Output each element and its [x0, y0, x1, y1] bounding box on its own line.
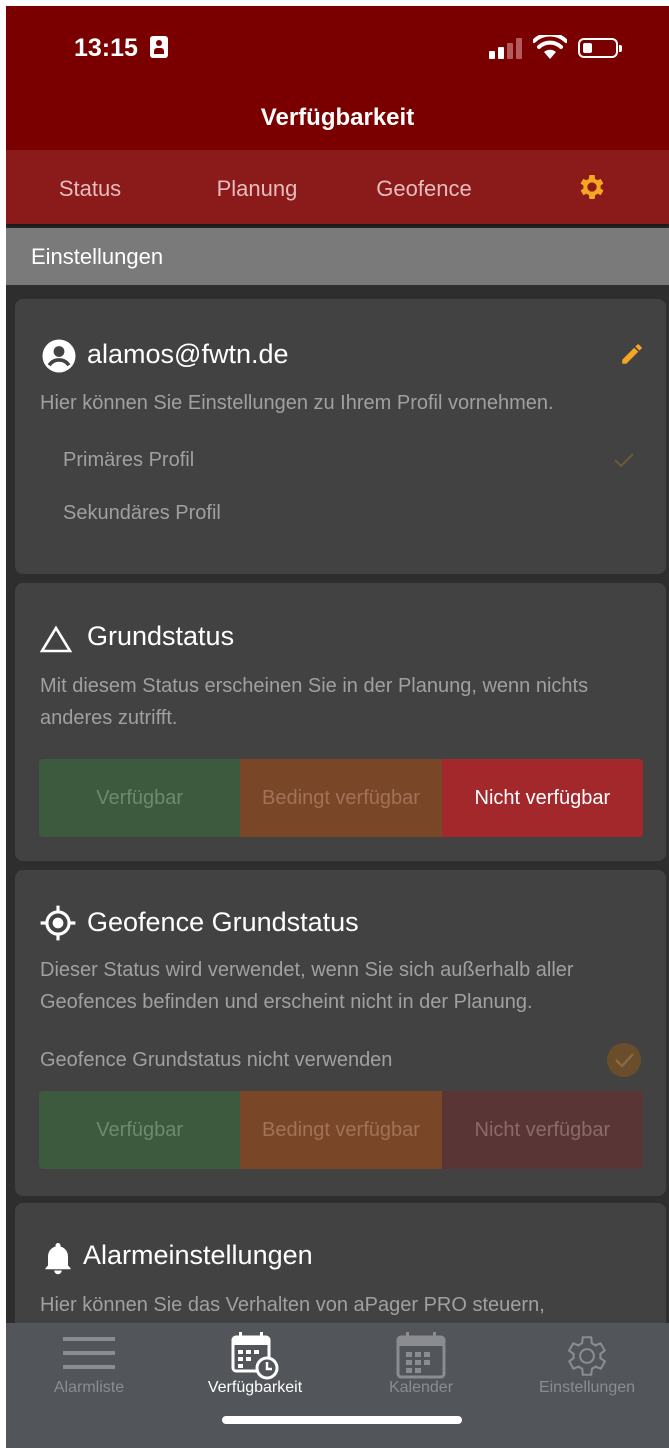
account-circle-icon — [42, 339, 76, 373]
tab-geofence[interactable]: Geofence — [344, 176, 504, 202]
tab-planung[interactable]: Planung — [177, 176, 337, 202]
base-status-selector: Verfügbar Bedingt verfügbar Nicht verfüg… — [39, 759, 643, 837]
base-status-card: Grundstatus Mit diesem Status erscheinen… — [15, 583, 666, 861]
cellular-signal-icon — [489, 37, 525, 59]
page-title: Verfügbarkeit — [260, 104, 415, 131]
app-screen: 13:15 Verfügbarkeit Status Planung Geofe… — [6, 6, 669, 1448]
status-time: 13:15 — [74, 34, 138, 62]
base-status-conditional-button[interactable]: Bedingt verfügbar — [240, 759, 442, 837]
bell-icon — [45, 1243, 71, 1275]
profile-description: Hier können Sie Einstellungen zu Ihrem P… — [40, 392, 554, 414]
nav-einstellungen[interactable]: Einstellungen — [504, 1323, 669, 1413]
bottom-navigation: Alarmliste Verfügbarkeit Kalender Einste… — [6, 1323, 669, 1448]
contact-card-icon — [150, 36, 168, 58]
home-indicator — [222, 1416, 462, 1424]
list-icon — [63, 1337, 115, 1369]
base-status-description: Mit diesem Status erscheinen Sie in der … — [40, 675, 589, 729]
geofence-card: Geofence Grundstatus Dieser Status wird … — [15, 870, 666, 1196]
geofence-title: Geofence Grundstatus — [87, 907, 359, 937]
tab-status[interactable]: Status — [10, 176, 170, 202]
base-status-unavailable-button[interactable]: Nicht verfügbar — [441, 759, 643, 837]
profile-email: alamos@fwtn.de — [87, 339, 289, 369]
geofence-available-button[interactable]: Verfügbar — [39, 1091, 241, 1169]
tab-settings-gear-icon[interactable] — [576, 171, 608, 203]
calendar-icon — [396, 1332, 446, 1379]
geofence-description: Dieser Status wird verwendet, wenn Sie s… — [40, 959, 574, 1013]
app-bar: Verfügbarkeit — [6, 86, 669, 150]
nav-kalender-label: Kalender — [388, 1379, 454, 1396]
base-status-title: Grundstatus — [87, 621, 235, 651]
geofence-unavailable-button[interactable]: Nicht verfügbar — [441, 1091, 643, 1169]
nav-verfuegbarkeit[interactable]: Verfügbarkeit — [172, 1323, 338, 1413]
gps-target-icon — [40, 905, 76, 941]
nav-alarmliste[interactable]: Alarmliste — [6, 1323, 172, 1413]
edit-pencil-icon[interactable] — [619, 341, 645, 367]
alarm-settings-title: Alarmeinstellungen — [83, 1240, 313, 1270]
nav-einstellungen-label: Einstellungen — [538, 1379, 636, 1396]
checkmark-icon — [614, 453, 634, 468]
settings-content: alamos@fwtn.de Hier können Sie Einstellu… — [6, 285, 669, 1323]
section-header: Einstellungen — [6, 228, 669, 285]
alarm-settings-description: Hier können Sie das Verhalten von aPager… — [40, 1294, 545, 1316]
calendar-clock-icon — [231, 1332, 279, 1380]
primary-profile-option[interactable]: Primäres Profil — [63, 449, 194, 472]
nav-kalender[interactable]: Kalender — [338, 1323, 504, 1413]
status-bar: 13:15 — [6, 6, 669, 86]
profile-card: alamos@fwtn.de Hier können Sie Einstellu… — [15, 299, 666, 574]
geofence-status-selector: Verfügbar Bedingt verfügbar Nicht verfüg… — [39, 1091, 643, 1169]
battery-icon — [578, 38, 622, 58]
geofence-disable-checkbox[interactable] — [606, 1042, 642, 1078]
nav-alarmliste-label: Alarmliste — [53, 1379, 125, 1396]
wifi-icon — [533, 35, 567, 59]
alarm-settings-card: Alarmeinstellungen Hier können Sie das V… — [15, 1203, 666, 1323]
geofence-toggle-label: Geofence Grundstatus nicht verwenden — [40, 1049, 393, 1071]
nav-verfuegbarkeit-label: Verfügbarkeit — [207, 1379, 303, 1396]
secondary-profile-option[interactable]: Sekundäres Profil — [63, 502, 221, 525]
section-header-label: Einstellungen — [31, 244, 164, 269]
warning-triangle-icon — [40, 625, 72, 653]
gear-icon — [567, 1336, 607, 1376]
base-status-available-button[interactable]: Verfügbar — [39, 759, 241, 837]
tab-bar: Status Planung Geofence — [6, 150, 669, 224]
geofence-conditional-button[interactable]: Bedingt verfügbar — [240, 1091, 442, 1169]
